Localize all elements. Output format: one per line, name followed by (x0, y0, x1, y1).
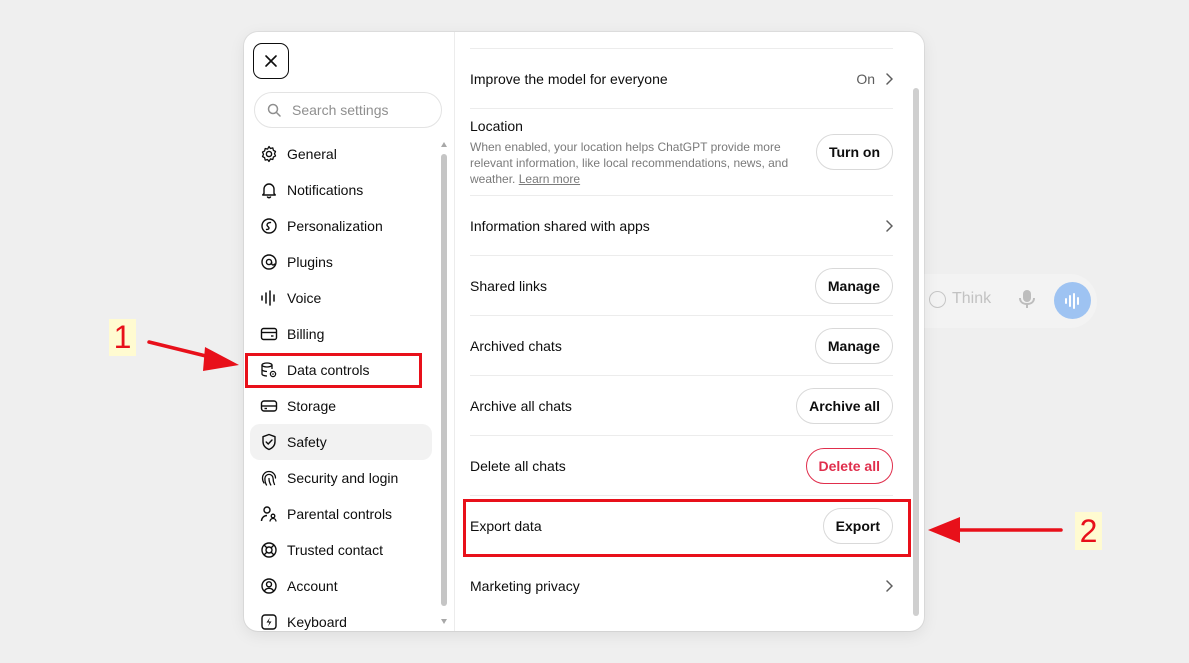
annotation-arrow-1 (147, 340, 239, 371)
annotation-arrows (147, 340, 1063, 543)
annotation-arrow-2 (928, 517, 1063, 543)
